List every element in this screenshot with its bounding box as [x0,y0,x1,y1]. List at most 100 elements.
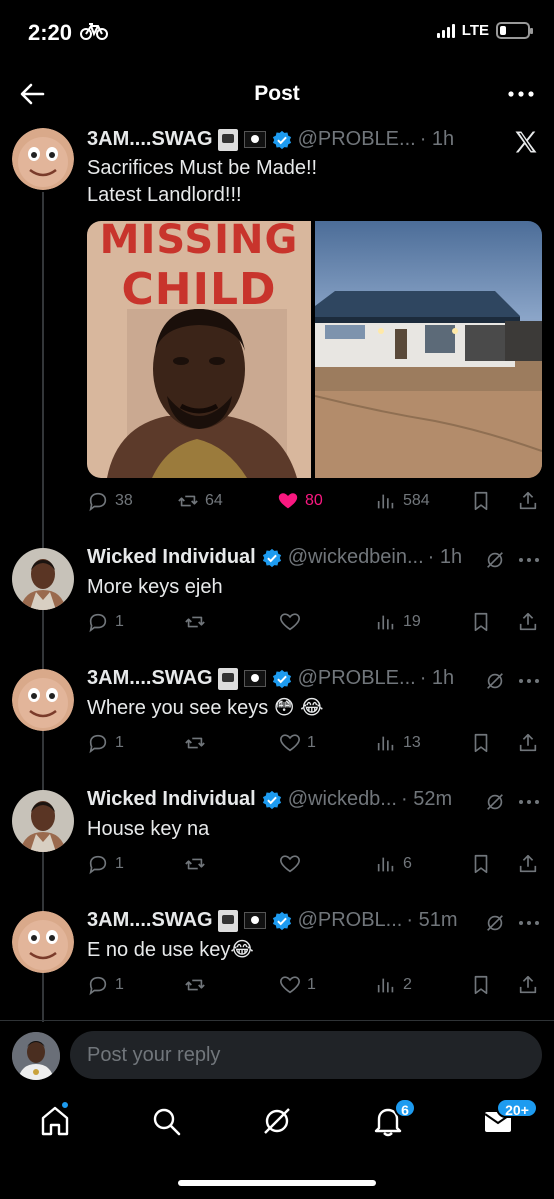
repost-icon [185,616,205,628]
author-handle: @PROBLE... [297,667,416,689]
heart-icon [280,613,300,631]
post-header: Post [0,72,554,116]
share-icon [519,854,537,873]
views-icon [377,615,394,630]
x-logo-icon [515,131,537,153]
more-options-icon[interactable] [506,80,536,108]
repost-action[interactable] [184,974,212,996]
signal-icon [436,23,455,38]
post-actions: 1 1 13 [87,732,542,758]
share-icon [519,975,537,994]
author-name[interactable]: 3AM....SWAG [87,128,213,151]
reply-text: Where you see keys 😳 😂 [87,697,324,719]
avatar[interactable] [12,548,74,610]
author-name[interactable]: Wicked Individual [87,788,256,811]
reply-action[interactable]: 1 [87,611,124,633]
avatar[interactable] [12,911,74,973]
share-icon [519,733,537,752]
heart-icon [280,734,300,752]
home-indicator[interactable] [178,1180,376,1186]
views-action[interactable]: 2 [375,974,412,996]
reply-action[interactable]: 1 [87,732,124,754]
repost-action[interactable]: 64 [177,490,223,512]
author-name[interactable]: 3AM....SWAG [87,667,213,690]
author-row: Wicked Individual @wickedbein... · 1h [87,546,462,569]
grok-icon[interactable] [484,912,506,934]
pirate-flag-icon [243,912,266,929]
views-action[interactable]: 13 [375,732,421,754]
more-options-icon[interactable] [518,670,540,692]
like-count: 80 [305,492,323,509]
reply-icon [89,492,107,512]
repost-action[interactable] [184,611,212,633]
bookmark-action[interactable] [470,853,492,875]
verified-badge-icon [272,911,291,930]
grok-icon[interactable] [260,1104,294,1138]
share-action[interactable] [517,611,539,633]
more-options-icon[interactable] [518,549,540,571]
reply-action[interactable]: 1 [87,853,124,875]
like-action[interactable] [279,853,307,875]
views-action[interactable]: 6 [375,853,412,875]
grok-icon[interactable] [484,549,506,571]
reply-count: 1 [115,855,124,872]
more-options-icon[interactable] [518,912,540,934]
views-count: 6 [403,855,412,872]
reply-text: E no de use key😂 [87,939,254,961]
author-row: 3AM....SWAG @PROBL... · 51m [87,909,457,932]
home-notification-dot [60,1100,70,1110]
share-action[interactable] [517,974,539,996]
share-action[interactable] [517,732,539,754]
reply-action[interactable]: 1 [87,974,124,996]
bottom-tab-bar: 6 20+ [0,1090,554,1199]
reply-input[interactable]: Post your reply [70,1031,542,1079]
views-action[interactable]: 584 [375,490,430,512]
post-actions: 1 19 [87,611,542,637]
verified-badge-icon [272,130,291,149]
more-options-icon[interactable] [518,791,540,813]
like-action[interactable] [279,611,307,633]
notifications-badge: 6 [394,1098,416,1118]
bookmark-action[interactable] [470,611,492,633]
house-image[interactable] [315,221,542,478]
pirate-flag-icon [243,670,266,687]
author-handle: @PROBLE... [297,128,416,150]
grok-icon[interactable] [484,670,506,692]
like-action[interactable]: 80 [277,490,323,512]
repost-action[interactable] [184,853,212,875]
reply-action[interactable]: 38 [87,490,133,512]
messages-badge: 20+ [496,1098,538,1118]
repost-action[interactable] [184,732,212,754]
post-time: · 1h [419,128,455,150]
bookmark-action[interactable] [470,974,492,996]
share-action[interactable] [517,853,539,875]
share-action[interactable] [517,490,539,512]
repost-icon [178,495,198,507]
repost-icon [185,737,205,749]
bookmark-icon [474,491,488,511]
like-action[interactable]: 1 [279,974,316,996]
views-action[interactable]: 19 [375,611,421,633]
author-name[interactable]: 3AM....SWAG [87,909,213,932]
heart-icon [280,855,300,873]
battery-icon [496,22,533,39]
avatar[interactable] [12,669,74,731]
reply-count: 1 [115,734,124,751]
author-name[interactable]: Wicked Individual [87,546,256,569]
repost-icon [185,858,205,870]
like-action[interactable]: 1 [279,732,316,754]
avatar[interactable] [12,790,74,852]
author-row: Wicked Individual @wickedb... · 52m [87,788,452,811]
missing-child-image[interactable]: MISSING CHILD [87,221,311,478]
search-icon[interactable] [149,1104,183,1138]
views-count: 13 [403,734,421,751]
verified-badge-icon [262,548,281,567]
user-avatar[interactable] [12,1032,60,1080]
repost-icon [185,979,205,991]
grok-icon[interactable] [484,791,506,813]
avatar[interactable] [12,128,74,190]
bookmark-action[interactable] [470,732,492,754]
views-count: 19 [403,613,421,630]
post-media[interactable]: MISSING CHILD [87,221,542,478]
bookmark-action[interactable] [470,490,492,512]
